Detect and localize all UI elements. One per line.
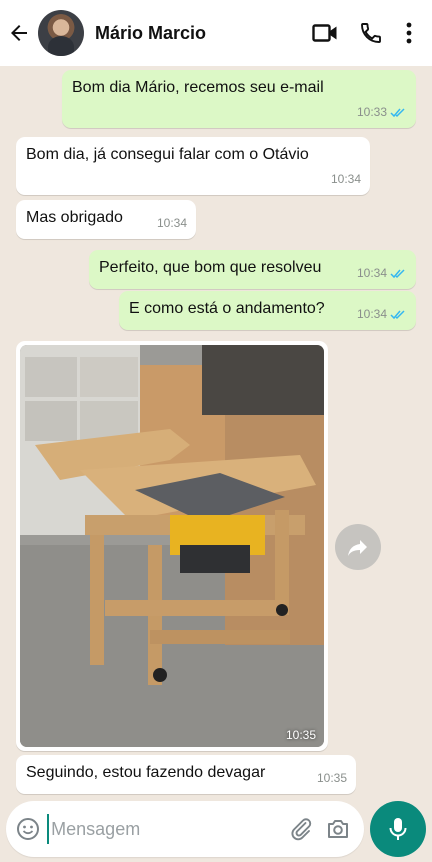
message-time: 10:34 <box>356 307 387 321</box>
message-bubble-outgoing[interactable]: E como está o andamento? 10:34 <box>119 291 416 330</box>
phone-icon <box>361 23 381 43</box>
emoji-icon <box>17 818 40 840</box>
message-time: 10:34 <box>356 266 387 280</box>
message-meta: 10:34 <box>331 169 361 189</box>
camera-button[interactable] <box>320 801 356 857</box>
read-ticks-icon <box>390 268 405 278</box>
message-text: Bom dia, já consegui falar com o Otávio <box>26 146 309 163</box>
message-time: 10:33 <box>356 105 387 119</box>
microphone-icon <box>389 818 407 840</box>
voice-call-button[interactable] <box>350 0 392 66</box>
message-meta: 10:34 <box>357 304 407 324</box>
message-time: 10:34 <box>156 216 187 230</box>
workbench-photo[interactable]: 10:35 <box>20 345 324 747</box>
read-ticks-icon <box>390 107 405 117</box>
message-bubble-outgoing[interactable]: Bom dia Mário, recemos seu e-mail 10:33 <box>62 70 416 128</box>
chat-area[interactable]: Bom dia Mário, recemos seu e-mail 10:33 … <box>0 66 432 796</box>
message-text: E como está o andamento? <box>129 300 325 317</box>
video-call-icon <box>312 24 337 42</box>
message-bubble-incoming[interactable]: Bom dia, já consegui falar com o Otávio … <box>16 137 370 195</box>
image-message[interactable]: 10:35 <box>16 341 328 751</box>
more-options-button[interactable] <box>392 0 426 66</box>
forward-icon <box>348 540 367 556</box>
photo-illustration <box>20 345 324 747</box>
chat-header: Mário Marcio <box>0 0 432 66</box>
contact-name[interactable]: Mário Marcio <box>95 23 304 44</box>
message-text: Bom dia Mário, recemos seu e-mail <box>72 79 324 96</box>
forward-button[interactable] <box>335 524 381 570</box>
message-meta: 10:34 <box>157 213 187 233</box>
message-input[interactable] <box>47 814 284 844</box>
voice-message-button[interactable] <box>370 801 426 857</box>
message-bubble-incoming[interactable]: Seguindo, estou fazendo devagar 10:35 <box>16 755 356 794</box>
more-vert-icon <box>406 22 412 44</box>
message-meta: 10:35 <box>317 768 347 788</box>
message-bubble-incoming[interactable]: Mas obrigado 10:34 <box>16 200 196 239</box>
message-time: 10:35 <box>285 728 316 742</box>
emoji-button[interactable] <box>9 801 47 857</box>
message-meta: 10:33 <box>357 102 407 122</box>
avatar[interactable] <box>38 10 84 56</box>
compose-bar <box>6 801 364 857</box>
attach-button[interactable] <box>283 801 319 857</box>
video-call-button[interactable] <box>304 0 346 66</box>
message-text: Perfeito, que bom que resolveu <box>99 259 322 276</box>
back-button[interactable] <box>0 0 38 66</box>
paperclip-icon <box>291 818 312 841</box>
message-bubble-outgoing[interactable]: Perfeito, que bom que resolveu 10:34 <box>89 250 416 289</box>
message-text: Seguindo, estou fazendo devagar <box>26 764 266 781</box>
message-text: Mas obrigado <box>26 209 123 226</box>
back-arrow-icon <box>11 25 27 41</box>
message-time: 10:34 <box>330 172 361 186</box>
message-meta: 10:34 <box>357 263 407 283</box>
read-ticks-icon <box>390 309 405 319</box>
camera-icon <box>327 820 348 838</box>
message-time: 10:35 <box>316 771 347 785</box>
